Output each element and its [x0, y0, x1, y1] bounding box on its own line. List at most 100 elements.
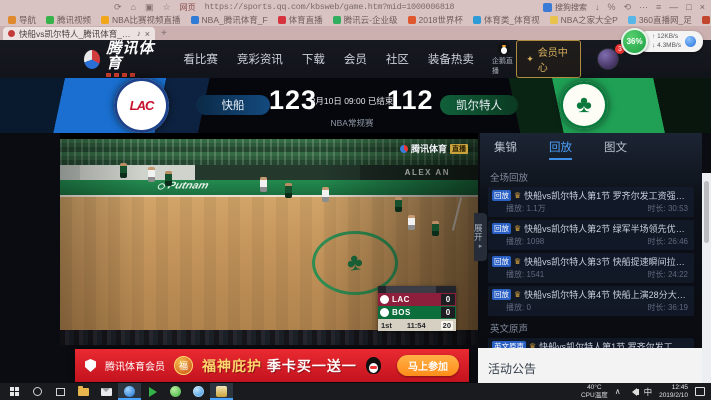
penguin-live-link[interactable]: 企鹅直播	[492, 42, 516, 76]
bookmark-item[interactable]: FirstRow Watch	[701, 15, 711, 25]
expand-panel-button[interactable]: 展开 ▸	[474, 213, 487, 261]
action-center-icon[interactable]	[695, 387, 705, 396]
bookmark-star-icon[interactable]: ☆	[163, 2, 171, 13]
ime-indicator[interactable]: 中	[644, 386, 653, 398]
item-title-row: 回放 ♛ 快船vs凯尔特人第4节 快船上演28分大逆转	[492, 288, 690, 301]
nav-item[interactable]: 会员	[344, 51, 367, 67]
item-title-row: 回放 ♛ 快船vs凯尔特人第3节 快船提速瞬间拉开比分	[492, 255, 690, 268]
bookmark-item[interactable]: 体育直播	[277, 14, 323, 26]
video-list-item[interactable]: 回放 ♛ 快船vs凯尔特人第2节 绿军半场领先优势扩大 播放: 1098 时长: 26:…	[488, 220, 694, 250]
speed-mode-icon[interactable]: %	[607, 2, 615, 12]
task-view-button[interactable]	[49, 383, 72, 400]
bookmark-item[interactable]: 体育类_体育视	[472, 14, 540, 26]
item-title: 快船vs凯尔特人第4节 快船上演28分大逆转	[524, 290, 690, 300]
gold-app-icon[interactable]	[210, 383, 233, 400]
panel-tab[interactable]: 集锦	[494, 139, 517, 160]
bookmark-item[interactable]: 导航	[8, 14, 36, 26]
tab-close-icon[interactable]: ×	[145, 29, 150, 39]
new-tab-button[interactable]: +	[161, 28, 167, 40]
file-explorer-icon[interactable]	[72, 383, 95, 400]
nav-item[interactable]: 社区	[386, 51, 409, 67]
home-icon[interactable]: ⌂	[131, 2, 136, 12]
globe-browser-icon[interactable]	[187, 383, 210, 400]
bookmark-favicon-icon	[627, 15, 636, 24]
promo-banner[interactable]: 腾讯体育会员 福 福神庇护 季卡买一送一 马上参加	[75, 349, 469, 382]
video-list-item[interactable]: 回放 ♛ 快船vs凯尔特人第4节 快船上演28分大逆转 播放: 0 时长: 36:19	[488, 286, 694, 316]
player-figure	[432, 221, 439, 236]
nav-item[interactable]: 看比赛	[183, 51, 218, 67]
item-type-badge: 回放	[492, 256, 511, 267]
scrollbar-thumb[interactable]	[704, 181, 709, 243]
maximize-button[interactable]: □	[686, 2, 691, 12]
bookmark-label: 体育直播	[288, 14, 323, 25]
browser-tab[interactable]: 快船vs凯尔特人_腾讯体育_腾讯网 ♪ ×	[3, 27, 155, 40]
network-speed-overlay[interactable]: 36% ↑ 12KB/s ↓ 4.3MB/s	[621, 28, 703, 55]
member-center-button[interactable]: ✦ 会员中心	[516, 40, 581, 78]
clock-widget[interactable]: 12:45 2019/2/10	[659, 384, 688, 400]
bookmark-item[interactable]: 360直播网_足	[627, 14, 692, 26]
tencent-sports-logo[interactable]: 腾讯体育	[84, 41, 161, 77]
download-icon[interactable]: ↓	[595, 2, 600, 12]
menu-icon[interactable]: ≡	[656, 2, 661, 12]
join-now-button[interactable]: 马上参加	[397, 355, 459, 376]
home-team-pill[interactable]: 快船	[196, 95, 270, 115]
bookmark-item[interactable]: 腾讯云-企业级	[332, 14, 398, 26]
item-title: 快船vs凯尔特人第1节 罗齐尔发工资强势扣篮	[524, 191, 690, 201]
screenshot-root: ⟳ ⌂ ▣ ☆ 网页 https://sports.qq.com/kbsweb/…	[0, 0, 711, 400]
item-meta-row: 播放: 1098 时长: 26:46	[492, 235, 690, 247]
volume-icon[interactable]	[628, 387, 639, 396]
media-player-icon[interactable]	[141, 383, 164, 400]
window-tool-icon[interactable]: ▣	[145, 2, 154, 12]
item-plays: 播放: 1541	[506, 270, 545, 279]
clippers-logo: LAC	[114, 78, 169, 133]
page-scrollbar[interactable]	[702, 173, 711, 400]
page-lower-section: 活动公告	[478, 348, 702, 383]
search-chip[interactable]: 搜狗搜索	[542, 2, 587, 13]
item-type-badge: 回放	[492, 223, 511, 234]
search-chip-label: 搜狗搜索	[554, 2, 587, 12]
history-icon[interactable]: ⟲	[623, 2, 631, 12]
bookmark-item[interactable]: NBA比赛视频直播	[101, 14, 181, 26]
panel-tab[interactable]: 图文	[604, 139, 627, 160]
more-icon[interactable]: ⋯	[639, 2, 648, 12]
nav-item[interactable]: 竞彩资讯	[237, 51, 283, 67]
bookmark-item[interactable]: NBA_腾讯体育_F	[190, 14, 268, 26]
cpu-temp-widget[interactable]: 40°C CPU温度	[581, 384, 608, 399]
search-icon	[542, 2, 552, 12]
refresh-icon[interactable]: ⟳	[114, 2, 122, 12]
section-title: 全场回放	[490, 173, 529, 184]
green-app-icon[interactable]	[164, 383, 187, 400]
minimize-button[interactable]: —	[669, 2, 678, 12]
speed-percent-badge[interactable]: 36%	[621, 28, 649, 55]
window-close-button[interactable]: ×	[700, 2, 705, 12]
video-list-item[interactable]: 回放 ♛ 快船vs凯尔特人第3节 快船提速瞬间拉开比分 播放: 1541 时长: 24:…	[488, 253, 694, 283]
away-team-pill[interactable]: 凯尔特人	[440, 95, 518, 115]
nav-item[interactable]: 装备热卖	[428, 51, 474, 67]
user-avatar[interactable]: 3	[597, 44, 625, 70]
cortana-button[interactable]	[26, 383, 49, 400]
tab-favicon-icon	[8, 30, 15, 37]
video-list-item[interactable]: 回放 ♛ 快船vs凯尔特人第1节 罗齐尔发工资强势扣篮 播放: 1.1万 时长: 30:…	[488, 187, 694, 217]
tab-audio-icon[interactable]: ♪	[137, 29, 141, 38]
bookmark-label: 2018世界杯	[418, 14, 463, 25]
taskbar-tray: 40°C CPU温度 ∧ 中 12:45 2019/2/10	[581, 384, 708, 400]
bookmark-favicon-icon	[472, 15, 481, 24]
fortune-mascot-icon: 福	[174, 356, 193, 375]
nav-item[interactable]: 下载	[302, 51, 325, 67]
video-list-item[interactable]: 英文原声♛快船vs凯尔特人第1节 罗齐尔发工资强…播放: 3487时长: 30:…	[488, 338, 694, 348]
notice-section-title: 活动公告	[488, 362, 537, 376]
bookmark-item[interactable]: 腾讯视频	[46, 14, 91, 26]
player-figure	[285, 183, 292, 198]
player-figure	[322, 187, 329, 202]
item-title-row: 回放 ♛ 快船vs凯尔特人第2节 绿军半场领先优势扩大	[492, 222, 690, 235]
video-player[interactable]: ALEX AN Putnam ♣ 腾讯体育 直播	[60, 133, 478, 345]
address-url[interactable]: https://sports.qq.com/kbsweb/game.htm?mi…	[205, 2, 455, 12]
bookmark-item[interactable]: 2018世界杯	[407, 14, 463, 26]
start-button[interactable]	[3, 383, 26, 400]
bookmark-item[interactable]: NBA之家大全P	[549, 14, 618, 26]
browser-app-icon[interactable]	[118, 383, 141, 400]
tray-expand-icon[interactable]: ∧	[615, 387, 621, 396]
panel-tab[interactable]: 回放	[549, 139, 572, 160]
expand-arrow-icon: ▸	[478, 242, 483, 250]
mail-app-icon[interactable]	[95, 383, 118, 400]
